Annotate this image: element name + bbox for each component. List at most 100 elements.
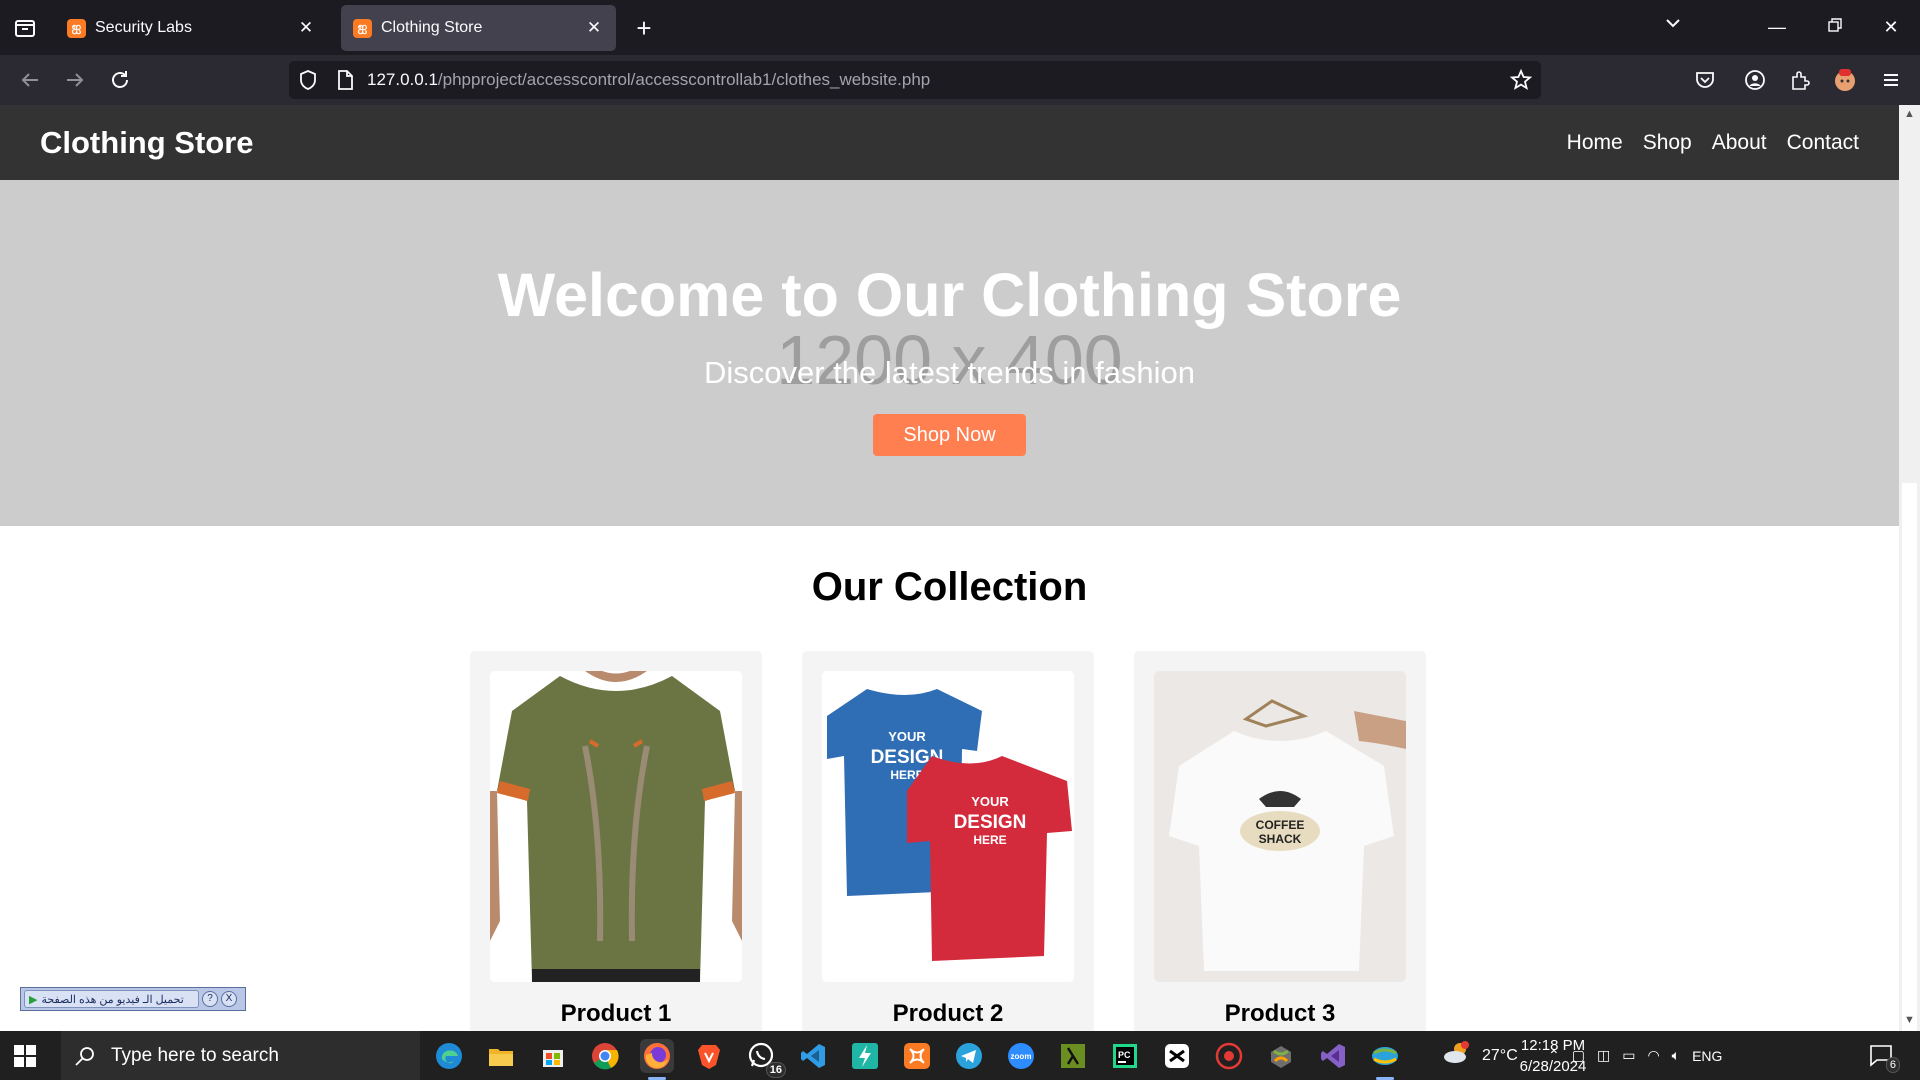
package-app-icon[interactable]: [1264, 1039, 1298, 1073]
weather-cloud-icon: [1442, 1040, 1472, 1071]
product-name[interactable]: Product 3: [1154, 1000, 1406, 1028]
hero-subtitle: Discover the latest trends in fashion: [703, 355, 1196, 390]
search-placeholder: Type here to search: [111, 1044, 279, 1066]
url-path: /phpproject/accesscontrol/accesscontroll…: [437, 70, 931, 89]
notification-center-icon[interactable]: 6: [1868, 1043, 1900, 1073]
xampp-favicon-icon: ஐ: [67, 18, 86, 38]
svg-text:PC: PC: [1118, 1050, 1131, 1060]
chrome-icon[interactable]: [588, 1039, 622, 1073]
product-image-olive-shirt[interactable]: [490, 671, 742, 982]
scrollbar-thumb[interactable]: [1902, 483, 1917, 1031]
close-tab-icon[interactable]: ✕: [584, 18, 604, 38]
back-arrow-icon[interactable]: [15, 65, 45, 95]
battery-icon[interactable]: ▭: [1622, 1047, 1635, 1064]
clock-time: 12:18 PM: [1520, 1037, 1586, 1054]
tab-overflow-chevron-icon[interactable]: [1658, 12, 1688, 42]
extension-avatar-icon[interactable]: [1830, 65, 1860, 95]
forward-arrow-icon[interactable]: [60, 65, 90, 95]
nav-shop-link[interactable]: Shop: [1643, 131, 1692, 155]
edge-icon[interactable]: [432, 1039, 466, 1073]
pocket-icon[interactable]: [1690, 65, 1720, 95]
svg-text:SHACK: SHACK: [1259, 832, 1302, 846]
volume-icon[interactable]: 🔈︎: [1672, 1047, 1680, 1064]
screen-recorder-icon[interactable]: [1212, 1039, 1246, 1073]
capcut-icon[interactable]: [1160, 1039, 1194, 1073]
site-header: Clothing Store Home Shop About Contact: [0, 105, 1899, 180]
new-tab-button[interactable]: +: [630, 14, 658, 42]
shop-now-button[interactable]: Shop Now: [873, 414, 1026, 456]
firefox-icon[interactable]: [640, 1039, 674, 1080]
page-viewport: Clothing Store Home Shop About Contact 1…: [0, 105, 1899, 1031]
pycharm-icon[interactable]: PC: [1108, 1039, 1142, 1073]
help-button[interactable]: ?: [202, 991, 218, 1007]
zoom-icon[interactable]: zoom: [1004, 1039, 1038, 1073]
menu-hamburger-icon[interactable]: [1876, 65, 1906, 95]
product-name[interactable]: Product 1: [490, 1000, 742, 1028]
bookmark-star-icon[interactable]: [1509, 68, 1533, 92]
whatsapp-unread-badge: 16: [765, 1062, 786, 1078]
site-nav: Home Shop About Contact: [1567, 131, 1859, 155]
tracking-protection-shield-icon[interactable]: [297, 69, 319, 91]
video-download-bar: تحميل الـ فيديو من هذه الصفحة ▶ ? X: [20, 987, 246, 1011]
tab-clothing-store[interactable]: ஐ Clothing Store ✕: [341, 5, 616, 51]
product-image-white-shirt[interactable]: COFFEE SHACK: [1154, 671, 1406, 982]
url-host: 127.0.0.1: [367, 70, 438, 89]
brave-icon[interactable]: [692, 1039, 726, 1073]
nav-contact-link[interactable]: Contact: [1787, 131, 1859, 155]
browser-toolbar: 127.0.0.1/phpproject/accesscontrol/acces…: [0, 55, 1920, 105]
page-info-icon[interactable]: [334, 69, 356, 91]
whatsapp-icon[interactable]: 16: [744, 1039, 786, 1078]
svg-text:zoom: zoom: [1011, 1052, 1032, 1061]
close-tab-icon[interactable]: ✕: [296, 18, 316, 38]
play-icon: ▶: [29, 993, 38, 1006]
taskbar-clock[interactable]: 12:18 PM 6/28/2024: [1498, 1035, 1608, 1077]
page-scrollbar[interactable]: ▲ ▼: [1899, 105, 1920, 1031]
product-card[interactable]: Product 1: [470, 651, 762, 1031]
taskbar-search-box[interactable]: Type here to search: [61, 1031, 420, 1080]
xampp-icon[interactable]: [900, 1039, 934, 1073]
restore-button[interactable]: [1820, 12, 1850, 42]
close-bar-button[interactable]: X: [221, 991, 237, 1007]
collection-title: Our Collection: [811, 565, 1088, 609]
site-logo[interactable]: Clothing Store: [40, 125, 254, 161]
close-window-button[interactable]: ✕: [1876, 12, 1906, 42]
minimize-button[interactable]: —: [1762, 12, 1792, 42]
product-card[interactable]: COFFEE SHACK Product 3: [1134, 651, 1426, 1031]
globe-app-icon[interactable]: [1368, 1039, 1402, 1080]
telegram-icon[interactable]: [952, 1039, 986, 1073]
tab-title: Security Labs: [95, 19, 192, 36]
reload-icon[interactable]: [105, 65, 135, 95]
extensions-puzzle-icon[interactable]: [1785, 65, 1815, 95]
nav-home-link[interactable]: Home: [1567, 131, 1623, 155]
wifi-icon[interactable]: ◠: [1647, 1047, 1659, 1064]
xampp-favicon-icon: ஐ: [353, 18, 372, 38]
nav-about-link[interactable]: About: [1712, 131, 1767, 155]
product-name[interactable]: Product 2: [822, 1000, 1074, 1028]
product-image-blue-red-shirts[interactable]: YOUR DESIGN HERE YOUR DESIGN HERE: [822, 671, 1074, 982]
file-explorer-icon[interactable]: [484, 1039, 518, 1073]
svg-text:DESIGN: DESIGN: [954, 812, 1027, 833]
svg-text:HERE: HERE: [973, 833, 1006, 847]
svg-text:COFFEE: COFFEE: [1256, 818, 1305, 832]
windows-taskbar: Type here to search 16 zoom PC 27°C ⌃ ▢ …: [0, 1031, 1920, 1080]
microsoft-store-icon[interactable]: [536, 1039, 570, 1073]
windows-start-icon[interactable]: [12, 1043, 38, 1069]
hero-title: Welcome to Our Clothing Store: [497, 261, 1402, 329]
account-icon[interactable]: [1740, 65, 1770, 95]
svg-text:YOUR: YOUR: [888, 729, 926, 744]
scroll-down-arrow-icon[interactable]: ▼: [1902, 1013, 1917, 1028]
hero-banner: 1200 x 400 Welcome to Our Clothing Store…: [0, 180, 1899, 526]
tab-security-labs[interactable]: ஐ Security Labs ✕: [55, 5, 328, 51]
product-card[interactable]: YOUR DESIGN HERE YOUR DESIGN HERE Produc…: [802, 651, 1094, 1031]
vscode-icon[interactable]: [796, 1039, 830, 1073]
url-text[interactable]: 127.0.0.1/phpproject/accesscontrol/acces…: [367, 70, 930, 90]
lambda-app-icon[interactable]: [1056, 1039, 1090, 1073]
language-indicator[interactable]: ENG: [1692, 1048, 1722, 1064]
bolt-app-icon[interactable]: [848, 1039, 882, 1073]
video-download-button[interactable]: تحميل الـ فيديو من هذه الصفحة ▶: [24, 990, 199, 1008]
address-bar[interactable]: 127.0.0.1/phpproject/accesscontrol/acces…: [289, 61, 1541, 99]
scroll-up-arrow-icon[interactable]: ▲: [1902, 107, 1917, 122]
tab-list-icon[interactable]: [12, 15, 38, 41]
notification-count-badge: 6: [1885, 1057, 1900, 1073]
visual-studio-icon[interactable]: [1316, 1039, 1350, 1073]
